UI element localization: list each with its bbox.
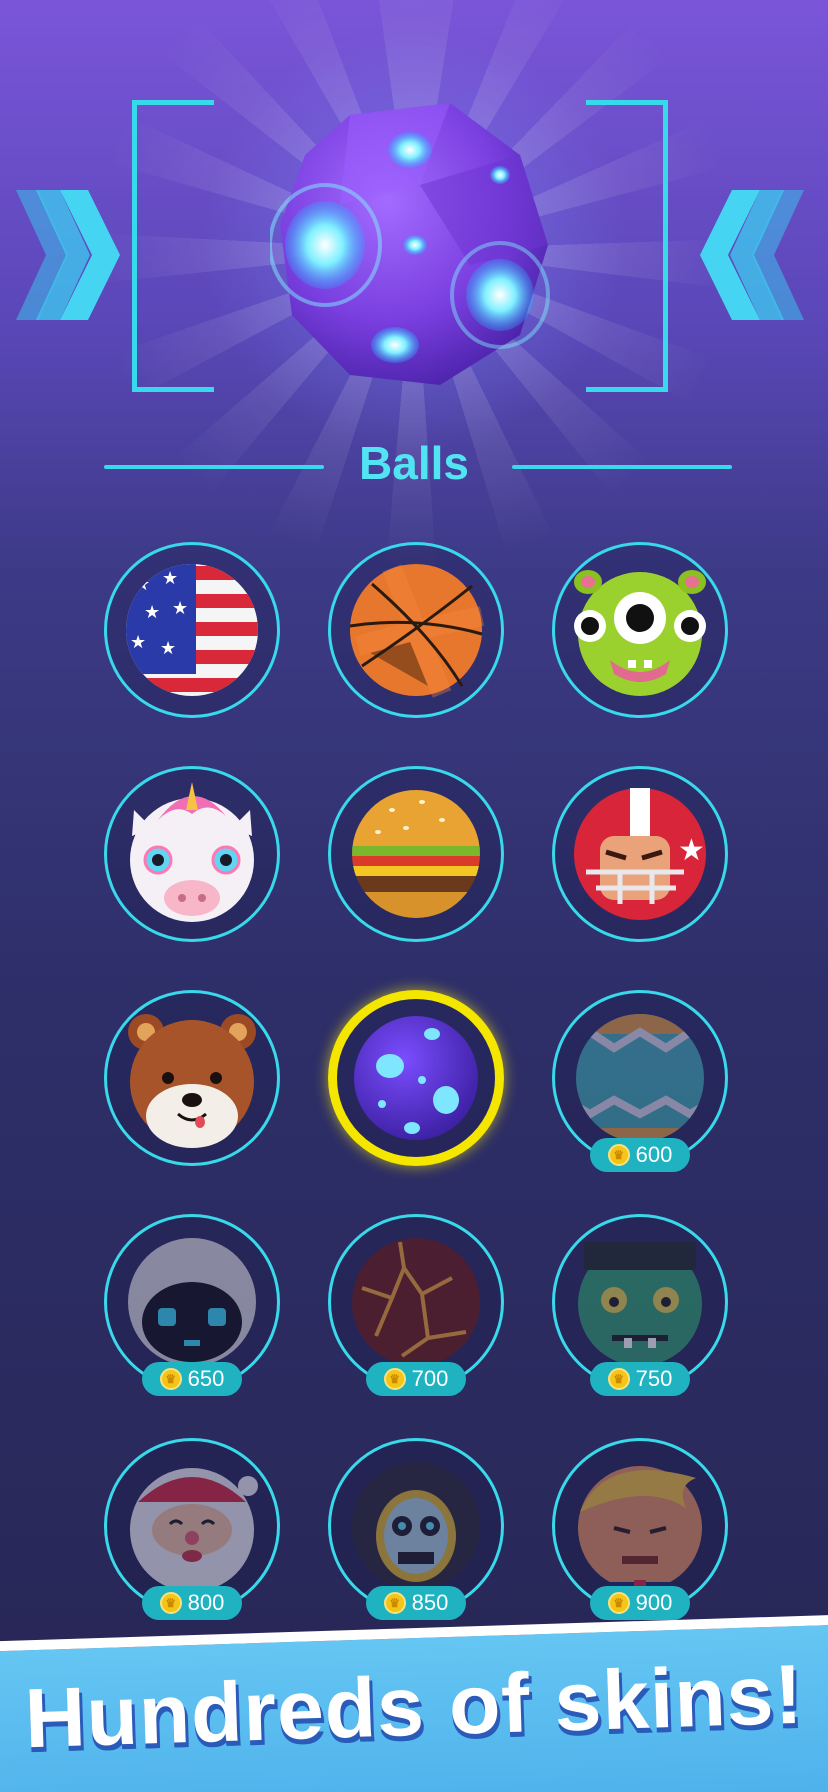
price-tag: ♛ 750: [590, 1362, 690, 1396]
svg-text:★: ★: [160, 638, 176, 659]
svg-text:★: ★: [144, 602, 160, 623]
coin-icon: ♛: [383, 1368, 406, 1390]
price-tag: ♛ 650: [142, 1362, 242, 1396]
svg-text:★: ★: [134, 574, 150, 595]
purple-meteor-ball-icon: [354, 1016, 478, 1140]
skin-santa-ball[interactable]: ♛ 800: [104, 1438, 280, 1620]
football-helmet-ball-icon: ★: [574, 788, 706, 920]
title-divider-left: [104, 465, 324, 469]
skin-green-monster-ball[interactable]: [552, 542, 728, 718]
burger-ball-icon: [352, 790, 480, 918]
title-divider-right: [512, 465, 732, 469]
svg-text:★: ★: [162, 568, 178, 589]
svg-text:★: ★: [172, 598, 188, 619]
skin-skeleton-ball[interactable]: ♛ 850: [328, 1438, 504, 1620]
frame-bracket-left: [132, 100, 214, 392]
price-value: 700: [411, 1366, 449, 1391]
green-monster-ball-icon: [574, 570, 706, 696]
skin-easter-egg-ball[interactable]: ♛ 600: [552, 990, 728, 1172]
santa-ball-icon: [130, 1468, 258, 1592]
price-tag: ♛ 600: [590, 1138, 690, 1172]
svg-text:★: ★: [130, 632, 146, 653]
zombie-ball-icon: [578, 1242, 702, 1366]
skin-football-helmet-ball[interactable]: ★: [552, 766, 728, 942]
skin-hooded-robot-ball[interactable]: ♛ 650: [104, 1214, 280, 1396]
skeleton-ball-icon: [352, 1462, 480, 1590]
price-value: 600: [635, 1142, 673, 1167]
skin-unicorn-ball[interactable]: [104, 766, 280, 942]
hooded-robot-ball-icon: [128, 1238, 256, 1366]
coin-icon: ♛: [159, 1368, 182, 1390]
frame-bracket-right: [586, 100, 668, 392]
coin-icon: ♛: [607, 1368, 630, 1390]
promo-banner: Hundreds of skins!: [0, 1600, 828, 1792]
skin-burger-ball[interactable]: [328, 766, 504, 942]
price-value: 650: [187, 1366, 225, 1391]
coin-icon: ♛: [607, 1144, 630, 1166]
unicorn-ball-icon: [130, 782, 254, 922]
skin-bear-ball[interactable]: [104, 990, 280, 1166]
skin-blond-man-ball[interactable]: ♛ 900: [552, 1438, 728, 1620]
lava-ball-icon: [352, 1238, 480, 1366]
selected-ball-preview: [270, 103, 550, 385]
skin-lava-ball[interactable]: ♛ 700: [328, 1214, 504, 1396]
skin-usa-flag-ball[interactable]: ★ ★ ★ ★ ★ ★: [104, 542, 280, 718]
hero-preview: [0, 0, 828, 630]
previous-arrow-icon[interactable]: [16, 190, 126, 320]
easter-egg-ball-icon: [576, 1014, 704, 1142]
usa-flag-ball-icon: ★ ★ ★ ★ ★ ★: [126, 564, 258, 696]
bear-ball-icon: [128, 1014, 256, 1148]
svg-text:★: ★: [678, 833, 705, 868]
skin-zombie-ball[interactable]: ♛ 750: [552, 1214, 728, 1396]
basketball-icon: [349, 564, 485, 698]
price-tag: ♛ 700: [366, 1362, 466, 1396]
skin-purple-meteor-ball[interactable]: [328, 990, 504, 1166]
skin-basketball[interactable]: [328, 542, 504, 718]
price-value: 750: [635, 1366, 673, 1391]
next-arrow-icon[interactable]: [694, 190, 804, 320]
blond-man-ball-icon: [578, 1466, 702, 1600]
section-title: Balls: [359, 437, 469, 489]
